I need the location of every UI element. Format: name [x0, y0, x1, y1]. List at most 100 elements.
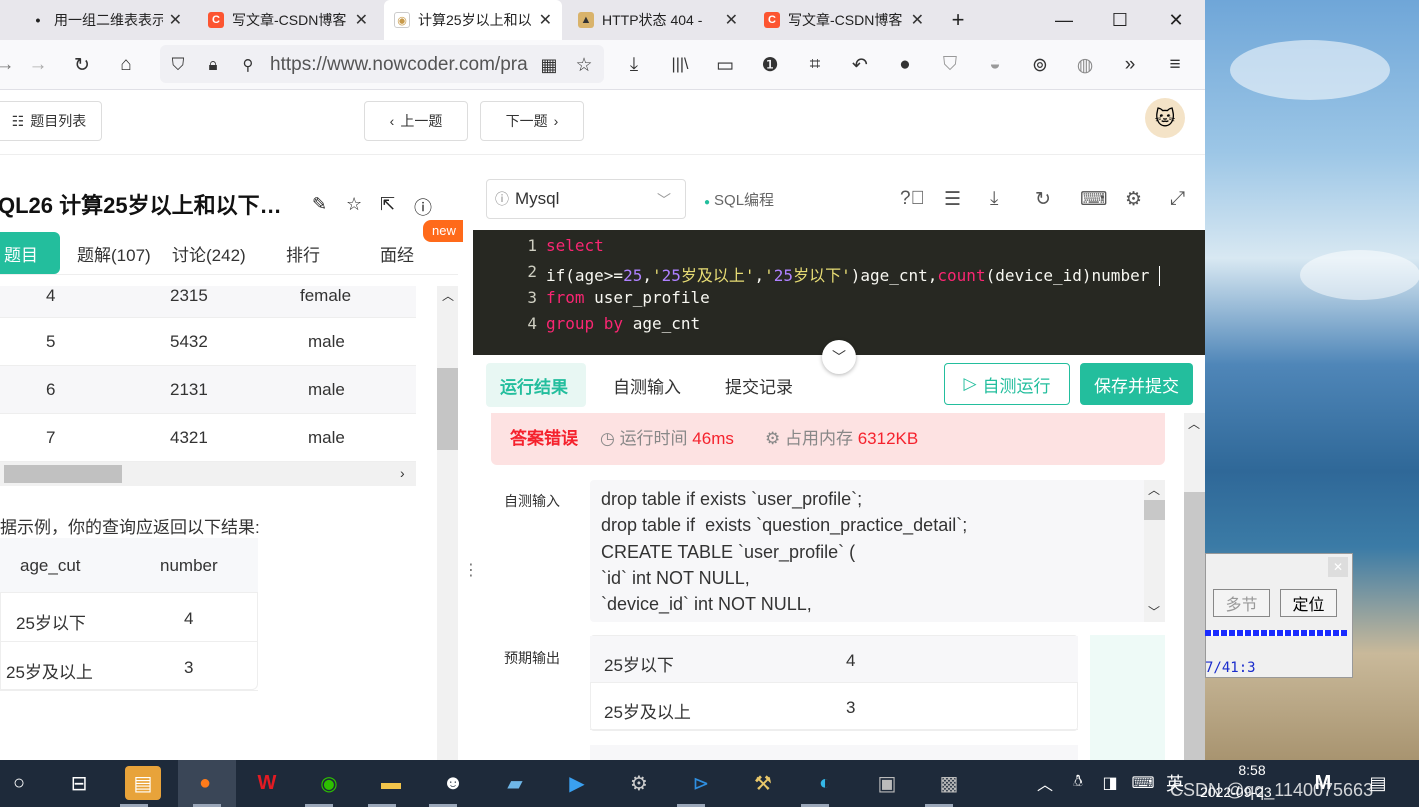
minimize-button[interactable]: —	[1036, 0, 1092, 40]
code-editor[interactable]: 1 select 2 if(age>=25,'25岁及以上','25岁以下')age…	[473, 230, 1205, 355]
maximize-button[interactable]: ☐	[1092, 0, 1148, 40]
forward-icon[interactable]: →	[25, 52, 51, 78]
shield-icon[interactable]: ⛉	[165, 52, 191, 78]
reload-icon[interactable]: ↻	[69, 52, 95, 78]
vertical-scrollbar[interactable]	[437, 286, 458, 760]
close-icon[interactable]: ✕	[169, 10, 182, 30]
bookmark-star-icon[interactable]: ☆	[571, 52, 597, 78]
keyboard-icon[interactable]: ⌨	[1126, 766, 1160, 800]
scrollbar-thumb[interactable]	[437, 368, 458, 450]
menu-icon[interactable]: ≡	[1162, 52, 1188, 78]
tab-custom-input[interactable]: 自测输入	[613, 363, 681, 407]
tab-problem[interactable]: 题目	[0, 232, 60, 274]
help-icon[interactable]: ?⃝	[900, 188, 925, 210]
winrar-icon[interactable]: ▤	[125, 766, 161, 800]
download-icon[interactable]: ⤓	[990, 188, 998, 210]
fullscreen-icon[interactable]: ⤢	[1170, 188, 1185, 210]
list-icon[interactable]: ☰	[944, 188, 961, 211]
extension-shield-icon[interactable]: ⛉	[937, 52, 963, 78]
extension-link-icon[interactable]: ⊚	[1027, 52, 1053, 78]
globe-icon[interactable]: ◍	[1072, 52, 1098, 78]
edge-icon[interactable]: ◐	[807, 766, 843, 800]
scrollbar-thumb[interactable]	[1184, 492, 1205, 760]
browser-tab-3-active[interactable]: ◉ 计算25岁以上和以 ✕	[384, 0, 562, 40]
settings-icon[interactable]: ⚙	[1125, 188, 1142, 211]
scroll-up-icon[interactable]: ︿	[442, 287, 454, 304]
scroll-down-icon[interactable]: ﹀	[1148, 603, 1160, 620]
lock-icon[interactable]: 🔒︎	[200, 52, 226, 78]
undo-icon[interactable]: ↶	[847, 52, 873, 78]
overflow-icon[interactable]: »	[1117, 52, 1143, 78]
info-icon[interactable]: ❶	[757, 52, 783, 78]
tab-run-result[interactable]: 运行结果	[486, 363, 586, 407]
reset-icon[interactable]: ↻	[1035, 188, 1051, 211]
run-button[interactable]: ▷ 自测运行	[944, 363, 1070, 405]
browser-tab-4[interactable]: ▲ HTTP状态 404 - ✕	[568, 0, 748, 40]
wechat-icon[interactable]: ◉	[311, 766, 347, 800]
browser-tab-5[interactable]: C 写文章-CSDN博客 ✕	[754, 0, 934, 40]
monitor-icon[interactable]: ▣	[869, 766, 905, 800]
wps-icon[interactable]: W	[249, 766, 285, 800]
tab-discussion[interactable]: 讨论(242)	[172, 232, 246, 274]
library-icon[interactable]: |||\	[667, 52, 693, 78]
close-icon[interactable]: ✕	[355, 10, 368, 30]
scroll-up-icon[interactable]: ︿	[1188, 415, 1200, 432]
new-tab-button[interactable]: +	[930, 0, 986, 40]
alert-icon[interactable]: ⓘ	[414, 194, 432, 220]
back-icon[interactable]: →	[0, 52, 18, 78]
settings-gear-icon[interactable]: ⚙	[621, 766, 657, 800]
crop-icon[interactable]: ⌗	[802, 52, 828, 78]
qrcode-icon[interactable]: ▦	[536, 52, 562, 78]
start-icon[interactable]: ○	[1, 766, 37, 800]
collapse-editor-button[interactable]: ﹀	[822, 340, 856, 374]
close-icon[interactable]: ✕	[1328, 557, 1348, 577]
home-icon[interactable]: ⌂	[113, 52, 139, 78]
media-player-icon[interactable]: ▶	[559, 766, 595, 800]
network-app-icon[interactable]: ▩	[931, 766, 967, 800]
star-icon[interactable]: ☆	[346, 194, 362, 215]
avatar[interactable]: 🐱	[1145, 98, 1185, 138]
tab-solutions[interactable]: 题解(107)	[77, 232, 151, 274]
scroll-up-icon[interactable]: ︿	[1148, 481, 1160, 498]
download-icon[interactable]: ⤓	[621, 52, 647, 78]
qq-icon[interactable]: 🐧︎	[1064, 766, 1092, 800]
problem-list-button[interactable]: ☷ 题目列表	[0, 101, 102, 141]
scroll-right-icon[interactable]: ›	[400, 465, 405, 481]
scrollbar-thumb[interactable]	[1144, 500, 1165, 520]
share-icon[interactable]: ⇱	[380, 194, 395, 215]
panel-splitter[interactable]: ⋮	[463, 560, 479, 580]
keyboard-icon[interactable]: ⌨	[1080, 188, 1107, 211]
extension-color-icon[interactable]: ●	[892, 52, 918, 78]
tray-app-icon[interactable]: ◨	[1096, 766, 1124, 800]
extension-mask-icon[interactable]: ◒	[982, 52, 1008, 78]
permissions-icon[interactable]: ⚲	[235, 52, 261, 78]
sidebar-icon[interactable]: ▭	[712, 52, 738, 78]
vscode-icon[interactable]: ⊳	[683, 766, 719, 800]
tab-ranking[interactable]: 排行	[286, 232, 320, 274]
close-icon[interactable]: ✕	[725, 10, 738, 30]
tools-icon[interactable]: ⚒	[745, 766, 781, 800]
edit-icon[interactable]: ✎	[312, 194, 327, 215]
tab-submissions[interactable]: 提交记录	[725, 363, 793, 407]
prev-problem-button[interactable]: ‹ 上一题	[364, 101, 468, 141]
scrollbar-thumb[interactable]	[4, 465, 122, 483]
close-window-button[interactable]: ✕	[1148, 0, 1204, 40]
tab-interview[interactable]: 面经	[380, 232, 414, 274]
locate-button[interactable]: 定位	[1280, 589, 1337, 617]
app-face-icon[interactable]: ☻	[435, 766, 471, 800]
file-explorer-icon[interactable]: ▬	[373, 766, 409, 800]
multi-section-button[interactable]: 多节	[1213, 589, 1270, 617]
browser-tab-1[interactable]: • 用一组二维表表示 ✕	[20, 0, 192, 40]
next-problem-button[interactable]: 下一题 ›	[480, 101, 584, 141]
url-text[interactable]: https://www.nowcoder.com/pra	[270, 54, 530, 76]
notepad-icon[interactable]: ▰	[497, 766, 533, 800]
language-select[interactable]: ⓘ Mysql ﹀	[486, 179, 686, 219]
clock-time[interactable]: 8:58	[1222, 762, 1282, 778]
firefox-icon[interactable]: ●	[187, 766, 223, 800]
task-view-icon[interactable]: ⊟	[61, 766, 97, 800]
close-icon[interactable]: ✕	[539, 10, 552, 30]
close-icon[interactable]: ✕	[911, 10, 924, 30]
browser-tab-2[interactable]: C 写文章-CSDN博客 ✕	[198, 0, 378, 40]
submit-button[interactable]: 保存并提交	[1080, 363, 1193, 405]
tray-expand-icon[interactable]: ︿	[1030, 766, 1060, 800]
